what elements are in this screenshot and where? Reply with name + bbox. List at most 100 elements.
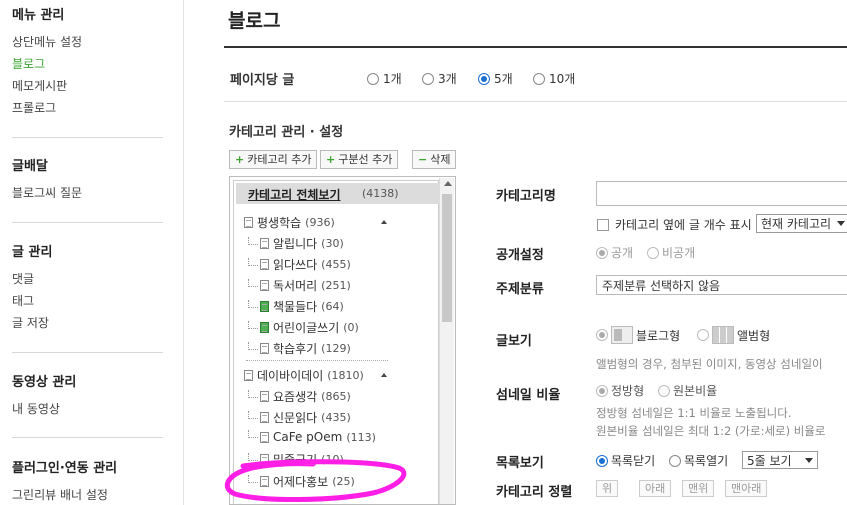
sidebar-item-prologue[interactable]: 프롤로그 (12, 101, 164, 115)
sidebar-item-blog[interactable]: 블로그 (12, 57, 164, 71)
sidebar-divider (12, 437, 163, 438)
category-name-input[interactable] (596, 181, 847, 206)
sidebar-item-my-videos[interactable]: 내 동영상 (12, 402, 164, 416)
tree-root-label[interactable]: 카테고리 전체보기 (248, 186, 341, 203)
visibility-public-option[interactable]: 공개 (596, 244, 633, 261)
show-count-checkbox[interactable]: 카테고리 옆에 글 개수 표시 (597, 216, 752, 233)
branch-line (248, 474, 258, 483)
sidebar-item-memo-board[interactable]: 메모게시판 (12, 79, 164, 93)
document-icon (260, 391, 269, 402)
sidebar: 메뉴 관리 상단메뉴 설정 블로그 메모게시판 프롤로그 글배달 블로그씨 질문… (0, 0, 184, 505)
sort-down-button[interactable]: 아래 (639, 480, 672, 497)
branch-line (248, 389, 258, 398)
tree-node-promo[interactable]: 어제다홍보 (25) (248, 473, 355, 490)
add-category-button[interactable]: + 카테고리 추가 (229, 150, 318, 169)
plus-icon: + (235, 153, 245, 166)
sidebar-item-blogc-question[interactable]: 블로그씨 질문 (12, 186, 164, 200)
radio-icon[interactable] (533, 72, 545, 85)
per-page-option-5[interactable]: 5개 (478, 70, 513, 87)
tree-node-recent-thoughts[interactable]: 요즘생각 (865) (248, 388, 351, 405)
tree-node-lifelong-learning[interactable]: 평생학습 (936) (244, 214, 335, 231)
radio-icon[interactable] (596, 246, 608, 259)
radio-icon[interactable] (367, 72, 379, 85)
per-page-option-10[interactable]: 10개 (533, 70, 575, 87)
list-rows-select[interactable]: 5줄 보기 (742, 451, 818, 469)
visibility-private-option[interactable]: 비공개 (647, 244, 695, 261)
radio-icon[interactable] (596, 329, 608, 341)
tree-root-row[interactable]: 카테고리 전체보기 (4138) (236, 183, 439, 204)
collapse-icon[interactable] (381, 220, 387, 224)
sort-up-button[interactable]: 위 (596, 480, 619, 497)
sort-top-button[interactable]: 맨위 (682, 480, 715, 497)
option-label: 블로그형 (636, 328, 681, 343)
sidebar-section-menu: 메뉴 관리 상단메뉴 설정 블로그 메모게시판 프롤로그 (12, 4, 164, 115)
scroll-up-icon[interactable] (444, 181, 452, 186)
node-label: 어제다홍보 (273, 475, 329, 489)
list-open-option[interactable]: 목록열기 (669, 452, 728, 469)
tree-node-reading-head[interactable]: 독서머리 (251) (248, 277, 351, 294)
sidebar-item-tags[interactable]: 태그 (12, 294, 164, 308)
scroll-thumb[interactable] (442, 194, 452, 322)
topic-select[interactable]: 주제분류 선택하지 않음 (596, 275, 847, 295)
option-label: 앨범형 (737, 328, 771, 343)
radio-icon[interactable] (422, 72, 434, 85)
per-page-option-1[interactable]: 1개 (367, 70, 402, 87)
branch-line (248, 299, 258, 308)
node-count: (251) (321, 279, 351, 292)
thumb-note-original: 원본비율 섬네일은 최대 1:2 (가로:세로) 비율로 (596, 424, 826, 438)
sidebar-item-top-menu[interactable]: 상단메뉴 설정 (12, 35, 164, 49)
thumb-square-option[interactable]: 정방형 (596, 382, 644, 399)
tree-node-kids-writing[interactable]: 어린이글쓰기 (0) (248, 319, 359, 336)
add-divider-button[interactable]: + 구분선 추가 (320, 150, 399, 169)
sidebar-section-title: 글배달 (12, 159, 48, 174)
collapse-icon[interactable] (381, 373, 387, 377)
delete-button[interactable]: − 삭제 (412, 150, 457, 169)
tree-node-study-review[interactable]: 학습후기 (129) (248, 340, 351, 357)
chevron-down-icon (837, 221, 846, 226)
per-page-label: 페이지당 글 (230, 73, 295, 88)
radio-icon[interactable] (669, 454, 681, 467)
per-page-option-3[interactable]: 3개 (422, 70, 457, 87)
tree-node-cafe-poem[interactable]: CaFe pOem (113) (248, 430, 376, 444)
thumb-original-option[interactable]: 원본비율 (658, 382, 717, 399)
sidebar-item-saved-posts[interactable]: 글 저장 (12, 316, 164, 330)
node-count: (10) (321, 453, 344, 466)
node-label: 요즘생각 (273, 390, 318, 404)
document-icon (260, 454, 269, 465)
node-count: (865) (321, 390, 351, 403)
count-scope-select[interactable]: 현재 카테고리 (756, 214, 847, 233)
view-blog-option[interactable]: 블로그형 (596, 326, 680, 344)
radio-icon[interactable] (596, 454, 608, 467)
sidebar-divider (12, 222, 163, 223)
radio-icon[interactable] (697, 329, 709, 341)
radio-icon[interactable] (478, 72, 490, 85)
branch-line (248, 278, 258, 287)
chevron-down-icon (805, 457, 813, 463)
branch-line (248, 430, 258, 438)
tree-node-newspaper[interactable]: 신문읽다 (435) (248, 409, 351, 426)
view-label: 글보기 (496, 334, 532, 349)
sort-bottom-button[interactable]: 맨아래 (725, 480, 768, 497)
sidebar-item-green-review-banner[interactable]: 그린리뷰 배너 설정 (12, 488, 164, 502)
tree-node-notice[interactable]: 알립니다 (30) (248, 235, 344, 252)
radio-icon[interactable] (647, 246, 659, 259)
tree-node-book-dye[interactable]: 책물들다 (64) (248, 298, 344, 315)
category-section-title: 카테고리 관리 · 설정 (229, 125, 344, 140)
sidebar-section-delivery: 글배달 블로그씨 질문 (12, 155, 164, 200)
checkbox-icon[interactable] (597, 218, 609, 231)
tree-node-underline[interactable]: 밑줄긋기 (10) (248, 451, 344, 468)
list-close-option[interactable]: 목록닫기 (596, 452, 655, 469)
view-album-option[interactable]: 앨범형 (697, 326, 770, 344)
tree-node-read-write[interactable]: 읽다쓰다 (455) (248, 256, 351, 273)
radio-icon[interactable] (658, 384, 670, 397)
option-label: 목록닫기 (611, 454, 656, 468)
tree-node-day-by-day[interactable]: 데이바이데이 (1810) (244, 367, 364, 384)
document-icon (260, 259, 269, 270)
button-label: 구분선 추가 (338, 153, 393, 166)
tree-scrollbar[interactable] (439, 178, 454, 504)
sidebar-section-posts: 글 관리 댓글 태그 글 저장 (12, 241, 164, 330)
radio-icon[interactable] (596, 384, 608, 397)
view-note: 앨범형의 경우, 첨부된 이미지, 동영상 섬네일이 (596, 357, 823, 371)
sidebar-item-comments[interactable]: 댓글 (12, 272, 164, 286)
node-count: (0) (343, 321, 359, 334)
